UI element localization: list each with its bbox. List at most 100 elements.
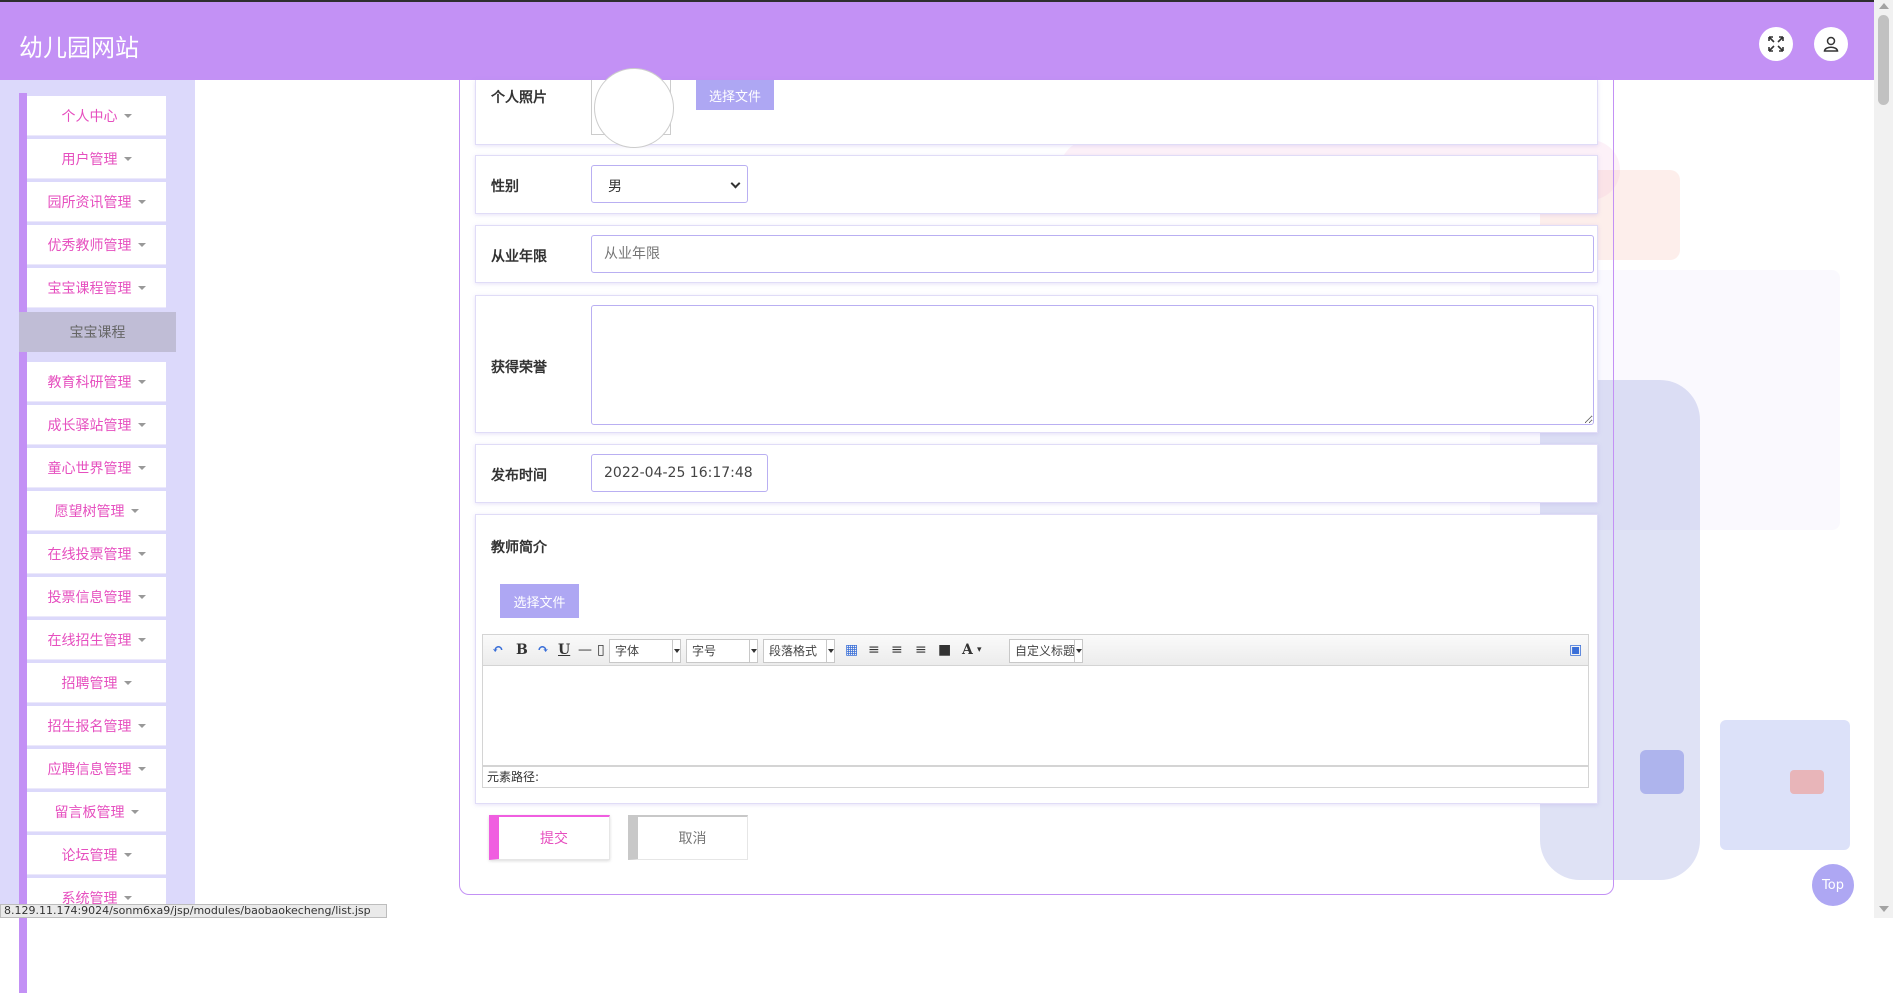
sidebar-item-label: 宝宝课程管理 bbox=[47, 280, 132, 297]
status-url: 8.129.11.174:9024/sonm6xa9/jsp/modules/b… bbox=[0, 904, 387, 918]
caret-down-icon bbox=[137, 285, 146, 290]
fullscreen-button[interactable] bbox=[1759, 27, 1793, 61]
gender-select-value: 男 bbox=[608, 179, 622, 195]
top-header: 幼儿园网站 bbox=[0, 0, 1874, 80]
gender-label: 性别 bbox=[491, 179, 519, 195]
sidebar-item-online-voting[interactable]: 在线投票管理 bbox=[27, 534, 166, 574]
scroll-up-icon[interactable] bbox=[1879, 3, 1889, 9]
sidebar-item-wish-tree[interactable]: 愿望树管理 bbox=[27, 491, 166, 531]
font-size-label: 字号 bbox=[692, 644, 717, 658]
sidebar-item-forum[interactable]: 论坛管理 bbox=[27, 835, 166, 875]
sidebar-item-label: 投票信息管理 bbox=[47, 589, 132, 606]
caret-down-icon bbox=[123, 680, 132, 685]
font-color-icon[interactable]: A bbox=[962, 642, 973, 658]
photo-row: 个人照片 选择文件 bbox=[475, 68, 1598, 148]
sidebar-item-message-board[interactable]: 留言板管理 bbox=[27, 792, 166, 832]
align-right-icon[interactable]: ≡ bbox=[891, 642, 903, 658]
sidebar-item-vote-info[interactable]: 投票信息管理 bbox=[27, 577, 166, 617]
font-size-select[interactable]: 字号 bbox=[686, 639, 758, 663]
editor-toolbar: ↶ B ↷ U — ▯ 字体 字号 段落格式 ▦ ≡ ≡ ≡ ■ A ▾ 自定义… bbox=[482, 634, 1589, 666]
undo-icon[interactable]: ↶ bbox=[492, 642, 504, 658]
publish-time-label: 发布时间 bbox=[491, 468, 547, 484]
align-center-icon[interactable]: ≡ bbox=[915, 642, 927, 658]
sidebar-subitem-label: 宝宝课程 bbox=[69, 325, 126, 341]
redo-icon[interactable]: ↷ bbox=[537, 642, 549, 658]
caret-down-icon bbox=[130, 809, 139, 814]
sidebar-item-recruitment[interactable]: 招聘管理 bbox=[27, 663, 166, 703]
submit-button[interactable]: 提交 bbox=[489, 815, 610, 860]
sidebar-item-courses[interactable]: 宝宝课程管理 bbox=[27, 268, 166, 308]
sidebar-item-label: 成长驿站管理 bbox=[47, 417, 132, 434]
caret-down-icon bbox=[137, 766, 146, 771]
user-icon bbox=[1823, 36, 1839, 52]
photo-preview bbox=[594, 68, 674, 148]
intro-label: 教师简介 bbox=[491, 540, 547, 556]
justify-icon[interactable]: ■ bbox=[938, 642, 951, 658]
sidebar-item-label: 优秀教师管理 bbox=[47, 237, 132, 254]
table-icon[interactable]: ▦ bbox=[845, 642, 858, 658]
sidebar-item-job-apply[interactable]: 应聘信息管理 bbox=[27, 749, 166, 789]
custom-title-select[interactable]: 自定义标题 bbox=[1009, 639, 1083, 663]
caret-down-icon bbox=[137, 551, 146, 556]
sidebar-item-growth[interactable]: 成长驿站管理 bbox=[27, 405, 166, 445]
editor-content-area[interactable] bbox=[482, 666, 1589, 766]
caret-down-icon bbox=[137, 637, 146, 642]
align-left-icon[interactable]: ≡ bbox=[868, 642, 880, 658]
sidebar-item-kids-world[interactable]: 童心世界管理 bbox=[27, 448, 166, 488]
font-family-label: 字体 bbox=[615, 644, 640, 658]
publish-time-input[interactable]: 2022-04-25 16:17:48 bbox=[591, 454, 768, 492]
sidebar-item-news[interactable]: 园所资讯管理 bbox=[27, 182, 166, 222]
bold-icon[interactable]: B bbox=[516, 642, 528, 658]
app-title: 幼儿园网站 bbox=[19, 34, 139, 62]
sidebar-item-label: 在线投票管理 bbox=[47, 546, 132, 563]
paragraph-format-label: 段落格式 bbox=[769, 644, 818, 658]
chevron-down-icon bbox=[730, 178, 741, 189]
caret-down-icon bbox=[137, 594, 146, 599]
caret-down-icon bbox=[137, 199, 146, 204]
cancel-button[interactable]: 取消 bbox=[628, 815, 748, 860]
sidebar-accent-strip bbox=[19, 93, 27, 993]
underline-icon[interactable]: U bbox=[558, 642, 570, 658]
horizontal-rule-icon[interactable]: — bbox=[578, 642, 592, 658]
paragraph-format-select[interactable]: 段落格式 bbox=[763, 639, 835, 663]
sidebar-item-online-enroll[interactable]: 在线招生管理 bbox=[27, 620, 166, 660]
honors-row: 获得荣誉 bbox=[475, 295, 1598, 433]
caret-down-icon bbox=[137, 422, 146, 427]
page-scrollbar[interactable] bbox=[1874, 0, 1893, 918]
choose-photo-button[interactable]: 选择文件 bbox=[696, 80, 774, 110]
page-icon[interactable]: ▯ bbox=[597, 642, 605, 658]
expand-icon bbox=[1768, 36, 1784, 52]
caret-down-icon[interactable]: ▾ bbox=[977, 645, 982, 655]
fullscreen-editor-icon[interactable]: ▣ bbox=[1569, 642, 1582, 658]
scroll-thumb[interactable] bbox=[1878, 15, 1889, 105]
back-to-top-button[interactable]: Top bbox=[1812, 864, 1854, 906]
sidebar-item-label: 应聘信息管理 bbox=[47, 761, 132, 778]
sidebar-item-enroll-apply[interactable]: 招生报名管理 bbox=[27, 706, 166, 746]
sidebar-item-label: 教育科研管理 bbox=[47, 374, 132, 391]
user-menu-button[interactable] bbox=[1814, 27, 1848, 61]
sidebar-item-label: 园所资讯管理 bbox=[47, 194, 132, 211]
sidebar-item-label: 愿望树管理 bbox=[54, 503, 125, 520]
sidebar-item-users[interactable]: 用户管理 bbox=[27, 139, 166, 179]
sidebar-item-research[interactable]: 教育科研管理 bbox=[27, 362, 166, 402]
sidebar-subitem-baby-course[interactable]: 宝宝课程 bbox=[19, 312, 176, 352]
honors-textarea[interactable] bbox=[591, 305, 1594, 425]
sidebar-item-label: 招生报名管理 bbox=[47, 718, 132, 735]
caret-down-icon bbox=[130, 508, 139, 513]
sidebar-item-label: 论坛管理 bbox=[61, 847, 118, 864]
font-family-select[interactable]: 字体 bbox=[609, 639, 681, 663]
years-input[interactable] bbox=[591, 235, 1594, 273]
sidebar-item-teachers[interactable]: 优秀教师管理 bbox=[27, 225, 166, 265]
choose-file-button[interactable]: 选择文件 bbox=[500, 584, 579, 618]
sidebar-item-label: 留言板管理 bbox=[54, 804, 125, 821]
years-row: 从业年限 bbox=[475, 225, 1598, 283]
scroll-down-icon[interactable] bbox=[1879, 906, 1889, 912]
sidebar-item-label: 在线招生管理 bbox=[47, 632, 132, 649]
intro-row: 教师简介 选择文件 ↶ B ↷ U — ▯ 字体 字号 段落格式 ▦ ≡ ≡ ≡… bbox=[475, 514, 1598, 804]
sidebar-item-label: 用户管理 bbox=[61, 151, 118, 168]
dropdown-arrow-icon bbox=[1074, 640, 1082, 662]
dropdown-arrow-icon bbox=[826, 640, 834, 662]
sidebar-item-personal-center[interactable]: 个人中心 bbox=[27, 96, 166, 136]
gender-select[interactable]: 男 bbox=[591, 165, 748, 203]
sidebar-item-label: 个人中心 bbox=[61, 108, 118, 125]
